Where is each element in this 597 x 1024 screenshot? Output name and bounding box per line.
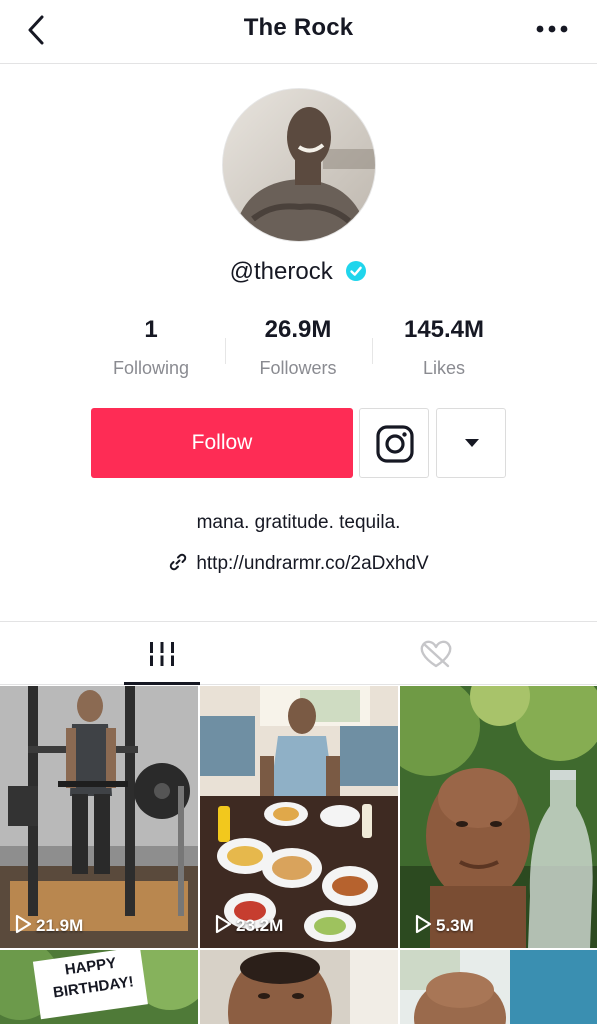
- view-count: 21.9M: [14, 914, 83, 936]
- play-icon: [215, 914, 232, 934]
- video-grid: 21.9M 23.2M 5.3M HAPPY BIRTHDAY!: [0, 686, 597, 1024]
- view-count: 23.2M: [214, 914, 283, 936]
- stat-label: Likes: [422, 358, 466, 378]
- video-thumbnail[interactable]: 5.3M: [400, 686, 597, 948]
- video-thumbnail[interactable]: HAPPY BIRTHDAY!: [0, 950, 198, 1024]
- stat-followers[interactable]: 26.9M Followers: [213, 316, 383, 379]
- stat-value: 145.4M: [403, 316, 485, 343]
- tab-videos[interactable]: [124, 622, 200, 685]
- profile-stats: 1 Following 26.9M Followers 145.4M Likes: [0, 316, 597, 386]
- avatar[interactable]: [222, 88, 376, 242]
- link-icon: [170, 553, 187, 571]
- profile-link-text: http://undrarmr.co/2aDxhdV: [196, 553, 429, 574]
- video-image: [400, 950, 597, 1024]
- more-horizontal-icon[interactable]: [535, 24, 569, 34]
- stat-value: 1: [144, 316, 158, 343]
- stat-label: Followers: [259, 358, 337, 378]
- nav-bar: The Rock: [0, 0, 597, 64]
- stat-likes: 145.4M Likes: [359, 316, 529, 379]
- page-title: The Rock: [243, 14, 354, 41]
- video-image: [200, 686, 398, 948]
- tab-liked[interactable]: [398, 622, 474, 685]
- stat-label: Following: [112, 358, 190, 378]
- video-image: [200, 950, 398, 1024]
- liked-heart-icon: [420, 640, 452, 668]
- video-image: [400, 686, 597, 948]
- view-count-text: 5.3M: [436, 916, 474, 935]
- profile-link[interactable]: http://undrarmr.co/2aDxhdV: [0, 552, 597, 575]
- follow-button[interactable]: Follow: [91, 408, 353, 478]
- view-count-text: 23.2M: [236, 916, 284, 935]
- more-options-button[interactable]: [436, 408, 506, 478]
- profile-bio: mana. gratitude. tequila.: [196, 512, 401, 533]
- instagram-icon: [376, 425, 414, 463]
- profile-tabs: [0, 621, 597, 685]
- video-thumbnail[interactable]: [200, 950, 398, 1024]
- caret-down-icon: [465, 439, 479, 447]
- video-image: [0, 686, 198, 948]
- stat-value: 26.9M: [264, 316, 332, 343]
- video-thumbnail[interactable]: 21.9M: [0, 686, 198, 948]
- play-icon: [415, 914, 432, 934]
- stat-following[interactable]: 1 Following: [66, 316, 236, 379]
- video-thumbnail[interactable]: 23.2M: [200, 686, 398, 948]
- profile-handle-row: @therock: [0, 258, 597, 286]
- view-count-text: 21.9M: [36, 916, 84, 935]
- instagram-button[interactable]: [359, 408, 429, 478]
- grid-icon: [148, 642, 176, 666]
- profile-handle: @therock: [229, 258, 333, 285]
- play-icon: [15, 914, 32, 934]
- verified-badge-icon: [346, 261, 367, 281]
- view-count: 5.3M: [414, 914, 474, 936]
- video-thumbnail[interactable]: [400, 950, 597, 1024]
- avatar-photo: [223, 89, 375, 241]
